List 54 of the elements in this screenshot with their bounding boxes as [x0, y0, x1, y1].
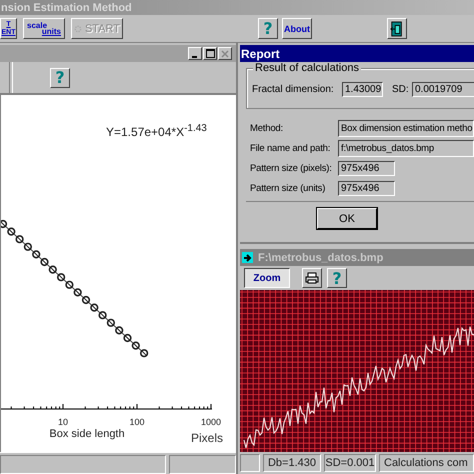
axis-label: Box side length: [49, 428, 125, 440]
value-field: 0.0019709: [412, 82, 474, 97]
tick-label: 100: [129, 417, 145, 427]
data-point: [132, 342, 140, 350]
data-point: [123, 334, 132, 342]
field-label: Method:: [250, 122, 284, 134]
value-field: 975x496: [338, 180, 395, 196]
scale-units-button[interactable]: scale units: [23, 18, 65, 39]
field-label: Pattern size (pixels):: [250, 162, 333, 174]
status-cell: SD=0.001: [324, 454, 376, 472]
close-icon[interactable]: [218, 47, 232, 60]
equation: Y=1.57e+04*X$^{-1.43}$: [106, 123, 207, 139]
field-label: File name and path:: [250, 142, 332, 154]
field-label: SD:: [392, 84, 410, 95]
group-label: Result of calculations: [253, 62, 361, 74]
data-point: [32, 250, 40, 258]
data-point: [74, 288, 82, 296]
data-point: [7, 228, 16, 236]
data-point: [82, 296, 90, 304]
data-point: [106, 318, 115, 327]
dialog-title: Report: [240, 46, 280, 60]
value-field: 1.43009: [342, 82, 383, 97]
data-point: [16, 235, 24, 244]
field-label: Fractal dimension:: [252, 84, 335, 95]
zoom-button[interactable]: Zoom: [244, 268, 290, 288]
gear-icon: [74, 22, 82, 34]
printer-icon[interactable]: [302, 268, 322, 288]
data-point: [40, 258, 49, 266]
arrow-icon: [242, 252, 253, 263]
minimize-icon[interactable]: [188, 47, 202, 60]
window-title: F:\metrobus_datos.bmp: [257, 252, 384, 264]
data-point: [48, 266, 57, 274]
exit-door-icon[interactable]: [387, 18, 407, 39]
about-button[interactable]: About: [282, 18, 312, 39]
status-cell: [240, 454, 260, 472]
value-field: Box dimension estimation metho: [338, 120, 474, 136]
field-label: Pattern size (units): [250, 182, 326, 194]
data-point: [115, 326, 124, 334]
value-field: f:\metrobus_datos.bmp: [338, 140, 474, 156]
ok-button[interactable]: OK: [317, 208, 377, 229]
tick-label: 10: [58, 417, 68, 427]
window-title: nsion Estimation Method: [0, 2, 132, 14]
data-point: [57, 273, 66, 282]
status-cell: Calculations com: [379, 454, 474, 472]
tick-label: 1000: [200, 417, 222, 427]
data-point: [98, 311, 107, 320]
status-cell: Db=1.430: [263, 454, 321, 472]
maximize-icon[interactable]: [203, 47, 217, 60]
data-point: [24, 242, 32, 251]
data-point: [90, 304, 98, 312]
unit-label: Pixels: [191, 431, 223, 445]
data-point: [140, 349, 148, 358]
value-field: 975x496: [338, 160, 395, 176]
data-point: [65, 280, 74, 289]
